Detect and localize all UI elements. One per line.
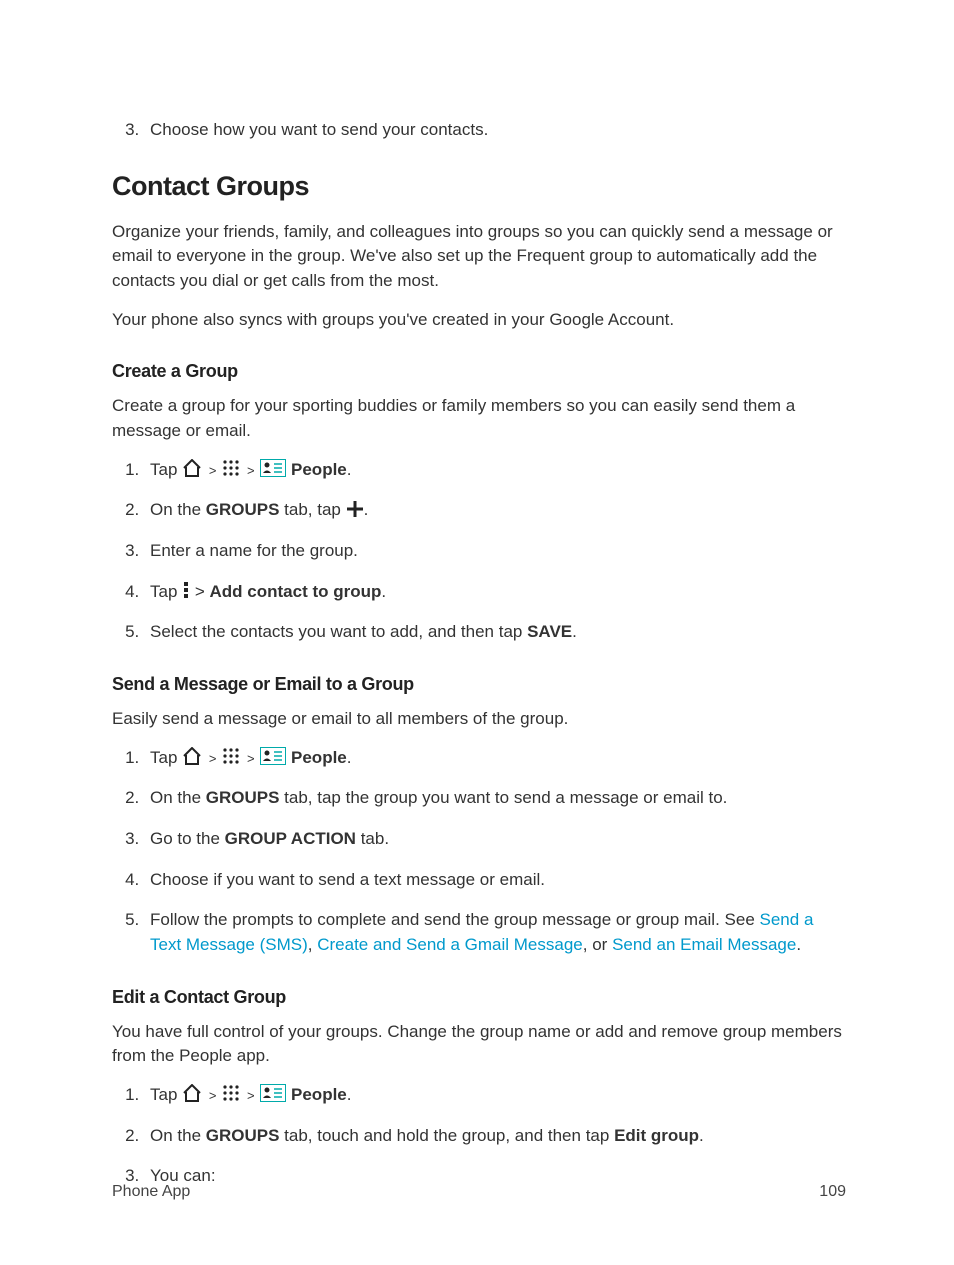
step-text: . — [796, 935, 801, 954]
step-text: . — [364, 500, 369, 519]
edit-group-intro: You have full control of your groups. Ch… — [112, 1020, 846, 1069]
step-text: , or — [583, 935, 612, 954]
step-text: Tap — [150, 1085, 177, 1104]
group-action-tab-label: GROUP ACTION — [225, 829, 356, 848]
step-text: Enter a name for the group. — [150, 541, 358, 560]
list-item: On the GROUPS tab, tap the group you wan… — [144, 786, 846, 811]
step-text: . — [572, 622, 577, 641]
groups-tab-label: GROUPS — [206, 788, 280, 807]
step-text: , — [308, 935, 317, 954]
home-icon — [182, 459, 202, 477]
step-text: tab, tap the group you want to send a me… — [279, 788, 727, 807]
people-app-icon — [260, 459, 286, 477]
step-text: Follow the prompts to complete and send … — [150, 910, 760, 929]
step-text: > — [190, 582, 209, 601]
list-item: On the GROUPS tab, touch and hold the gr… — [144, 1124, 846, 1149]
list-item: Choose how you want to send your contact… — [144, 118, 846, 143]
section-intro-1: Organize your friends, family, and colle… — [112, 220, 846, 294]
edit-group-label: Edit group — [614, 1126, 699, 1145]
link-send-email[interactable]: Send an Email Message — [612, 935, 796, 954]
apps-grid-icon — [222, 459, 240, 477]
chevron-icon: > — [247, 463, 255, 478]
subheading-create-group: Create a Group — [112, 358, 846, 384]
step-text: Tap — [150, 748, 177, 767]
step-text: tab. — [356, 829, 389, 848]
people-app-icon — [260, 1084, 286, 1102]
home-icon — [182, 1084, 202, 1102]
step-text: . — [699, 1126, 704, 1145]
save-label: SAVE — [527, 622, 572, 641]
people-app-icon — [260, 747, 286, 765]
people-label: People — [291, 1085, 347, 1104]
add-contact-label: Add contact to group — [210, 582, 382, 601]
subheading-edit-group: Edit a Contact Group — [112, 984, 846, 1010]
people-label: People — [291, 748, 347, 767]
overflow-menu-icon — [182, 581, 190, 599]
step-text: Tap — [150, 460, 177, 479]
list-item: Enter a name for the group. — [144, 539, 846, 564]
top-ordered-list: Choose how you want to send your contact… — [112, 118, 846, 143]
send-group-intro: Easily send a message or email to all me… — [112, 707, 846, 732]
list-item: Follow the prompts to complete and send … — [144, 908, 846, 957]
chevron-icon: > — [209, 1088, 217, 1103]
create-group-steps: Tap > > — [112, 458, 846, 645]
create-group-intro: Create a group for your sporting buddies… — [112, 394, 846, 443]
step-text: tab, tap — [279, 500, 345, 519]
step-text: On the — [150, 500, 206, 519]
edit-group-steps: Tap > > — [112, 1083, 846, 1189]
step-text: Select the contacts you want to add, and… — [150, 622, 527, 641]
footer-section-name: Phone App — [112, 1180, 190, 1203]
step-text: Tap — [150, 582, 182, 601]
list-item: Select the contacts you want to add, and… — [144, 620, 846, 645]
plus-icon — [346, 500, 364, 518]
send-group-steps: Tap > > — [112, 746, 846, 958]
list-item: Tap > > — [144, 1083, 846, 1108]
step-text: tab, touch and hold the group, and then … — [279, 1126, 614, 1145]
chevron-icon: > — [247, 751, 255, 766]
step-text: On the — [150, 788, 206, 807]
step-text: Go to the — [150, 829, 225, 848]
list-item: Tap > Add contact to group. — [144, 580, 846, 605]
apps-grid-icon — [222, 1084, 240, 1102]
chevron-icon: > — [209, 463, 217, 478]
footer-page-number: 109 — [819, 1180, 846, 1203]
groups-tab-label: GROUPS — [206, 1126, 280, 1145]
step-text: Choose if you want to send a text messag… — [150, 870, 545, 889]
section-intro-2: Your phone also syncs with groups you've… — [112, 308, 846, 333]
section-heading-contact-groups: Contact Groups — [112, 167, 846, 206]
link-send-gmail[interactable]: Create and Send a Gmail Message — [317, 935, 583, 954]
people-label: People — [291, 460, 347, 479]
step-text: . — [381, 582, 386, 601]
list-item: Tap > > — [144, 458, 846, 483]
list-text: Choose how you want to send your contact… — [150, 120, 488, 139]
list-item: On the GROUPS tab, tap . — [144, 498, 846, 523]
list-item: Go to the GROUP ACTION tab. — [144, 827, 846, 852]
list-item: Choose if you want to send a text messag… — [144, 868, 846, 893]
list-item: Tap > > — [144, 746, 846, 771]
page-footer: Phone App 109 — [112, 1180, 846, 1203]
chevron-icon: > — [209, 751, 217, 766]
home-icon — [182, 747, 202, 765]
apps-grid-icon — [222, 747, 240, 765]
chevron-icon: > — [247, 1088, 255, 1103]
subheading-send-group: Send a Message or Email to a Group — [112, 671, 846, 697]
step-text: On the — [150, 1126, 206, 1145]
groups-tab-label: GROUPS — [206, 500, 280, 519]
